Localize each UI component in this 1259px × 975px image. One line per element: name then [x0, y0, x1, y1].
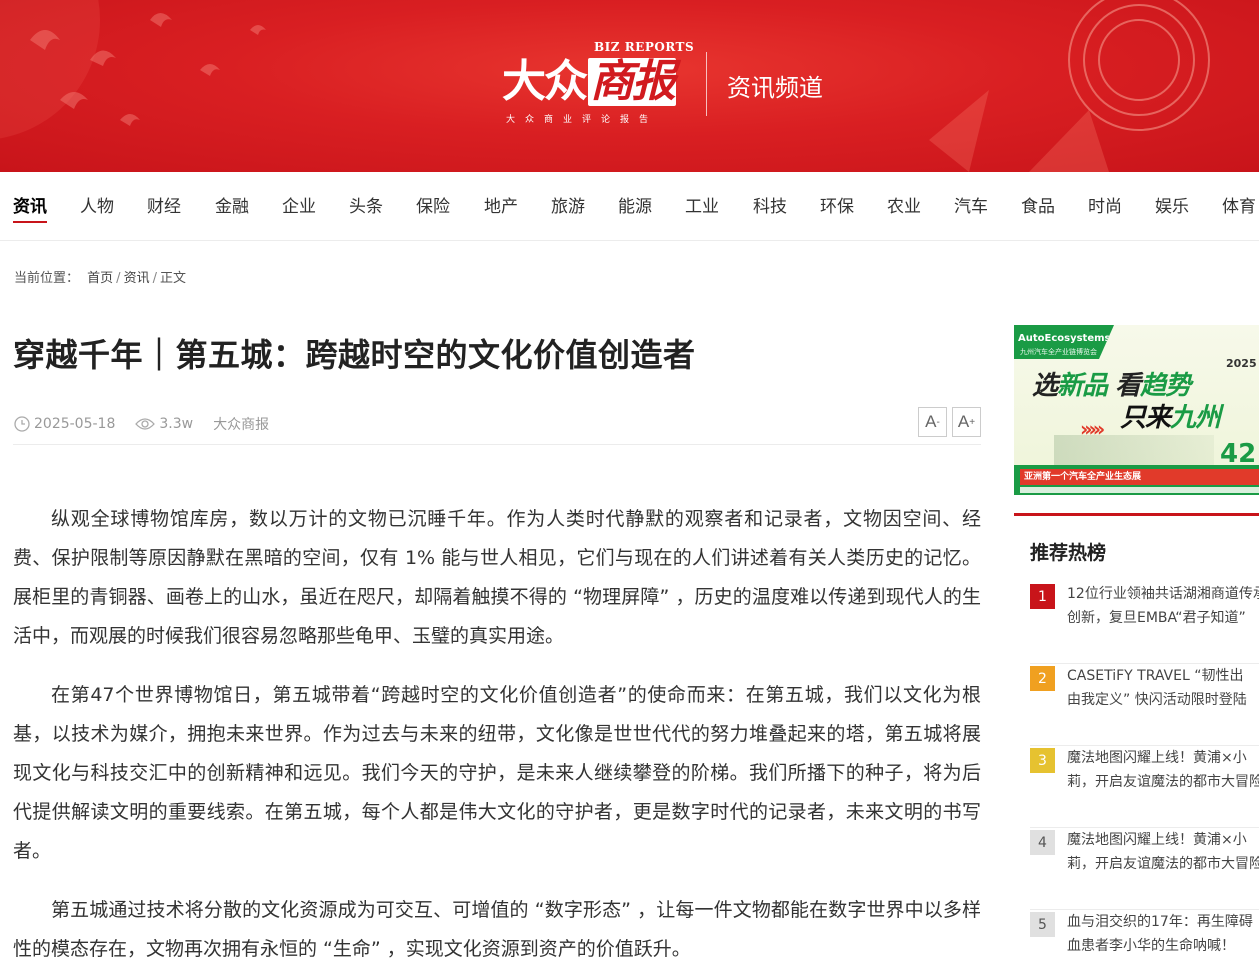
nav-item-energy[interactable]: 能源: [618, 192, 652, 217]
ranking-number: 2: [1030, 666, 1055, 691]
article-paragraph: 第五城通过技术将分散的文化资源成为可交互、可增值的 “数字形态” ，让每一件文物…: [13, 899, 981, 960]
ranking-item[interactable]: 4 魔法地图闪耀上线！黄浦×小 莉，开启友谊魔法的都市大冒险: [1030, 828, 1259, 910]
nav-item-travel[interactable]: 旅游: [551, 192, 585, 217]
ranking-number: 1: [1030, 584, 1055, 609]
logo-main: 大众商报: [502, 56, 676, 108]
meta-views: 3.3w: [135, 416, 193, 432]
ranking-item[interactable]: 5 血与泪交织的17年：再生障碍 血患者李小华的生命呐喊！: [1030, 910, 1259, 975]
ranking-number: 3: [1030, 748, 1055, 773]
ad-stripe-2: [1020, 487, 1259, 493]
breadcrumb-prefix: 当前位置：: [14, 271, 80, 286]
ranking-text: 魔法地图闪耀上线！黄浦×小 莉，开启友谊魔法的都市大冒险: [1067, 750, 1259, 790]
ranking-text: 12位行业领袖共话湖湘商道传承 创新，复旦EMBA“君子知道”: [1067, 586, 1259, 626]
nav-item-environment[interactable]: 环保: [820, 192, 854, 217]
nav-item-entertainment[interactable]: 娱乐: [1155, 192, 1189, 217]
ad-brand-sub: 九州汽车全产业链博览会: [1020, 348, 1097, 356]
breadcrumb-category[interactable]: 资讯: [124, 271, 150, 286]
clock-icon: [14, 416, 30, 432]
breadcrumb: 当前位置： 首页 / 资讯 / 正文: [14, 271, 186, 286]
ranking-title: 推荐热榜: [1030, 542, 1107, 564]
font-decrease-button[interactable]: A-: [918, 407, 947, 437]
logo-sub: 大众商业评论报告: [506, 115, 659, 125]
ranking-item[interactable]: 3 魔法地图闪耀上线！黄浦×小 莉，开启友谊魔法的都市大冒险: [1030, 746, 1259, 828]
nav-item-insurance[interactable]: 保险: [416, 192, 450, 217]
nav-item-food[interactable]: 食品: [1021, 192, 1055, 217]
article-views: 3.3w: [159, 416, 194, 432]
meta-divider: [13, 444, 981, 445]
ranking-number: 5: [1030, 912, 1055, 937]
ranking-text: 魔法地图闪耀上线！黄浦×小 莉，开启友谊魔法的都市大冒险: [1067, 832, 1259, 872]
article-title: 穿越千年｜第五城：跨越时空的文化价值创造者: [13, 336, 696, 374]
ranking-item[interactable]: 1 12位行业领袖共话湖湘商道传承 创新，复旦EMBA“君子知道”: [1030, 582, 1259, 664]
meta-date: 2025-05-18: [14, 416, 115, 432]
hot-ranking: 推荐热榜 1 12位行业领袖共话湖湘商道传承 创新，复旦EMBA“君子知道” 2 …: [1014, 513, 1259, 975]
breadcrumb-home[interactable]: 首页: [87, 271, 113, 286]
main-nav: 资讯 人物 财经 金融 企业 头条 保险 地产 旅游 能源 工业 科技 环保 农…: [0, 172, 1259, 241]
ad-city-graphic: [1054, 435, 1214, 465]
ad-bottom-text: 亚洲第一个汽车全产业生态展: [1020, 469, 1259, 485]
nav-item-banking[interactable]: 金融: [215, 192, 249, 217]
nav-item-industry[interactable]: 工业: [685, 192, 719, 217]
logo-cn-plain: 大众: [502, 56, 588, 107]
nav-item-auto[interactable]: 汽车: [954, 192, 988, 217]
article-meta: 2025-05-18 3.3w 大众商报: [14, 413, 289, 435]
breadcrumb-current: 正文: [159, 271, 186, 286]
ranking-item[interactable]: 2 CASETiFY TRAVEL “韧性出 由我定义” 快闪活动限时登陆: [1030, 664, 1259, 746]
ranking-text: CASETiFY TRAVEL “韧性出 由我定义” 快闪活动限时登陆: [1067, 668, 1247, 708]
nav-item-tech[interactable]: 科技: [753, 192, 787, 217]
nav-item-agriculture[interactable]: 农业: [887, 192, 921, 217]
nav-item-realestate[interactable]: 地产: [484, 192, 518, 217]
eye-icon: [135, 418, 156, 430]
article-paragraph: 纵观全球博物馆库房，数以万计的文物已沉睡千年。作为人类时代静默的观察者和记录者，…: [13, 508, 981, 647]
font-size-controls: A- A +: [918, 407, 986, 437]
channel-title: 资讯频道: [727, 74, 823, 102]
logo-en: BIZ REPORTS: [594, 40, 695, 54]
logo-divider: [706, 52, 707, 116]
font-increase-button[interactable]: A +: [952, 407, 981, 437]
nav-item-news[interactable]: 资讯: [13, 192, 47, 223]
ranking-text: 血与泪交织的17年：再生障碍 血患者李小华的生命呐喊！: [1067, 914, 1253, 954]
ad-year: 2025: [1226, 357, 1257, 370]
rosette-decoration: [929, 0, 1210, 172]
nav-item-headlines[interactable]: 头条: [349, 192, 383, 217]
ad-headline-2: 只来九州: [1120, 403, 1221, 433]
logo-cn-script: 商报: [588, 56, 676, 107]
dove-decoration: [0, 0, 266, 139]
nav-item-people[interactable]: 人物: [80, 192, 114, 217]
header-banner: BIZ REPORTS 大众商报 大众商业评论报告 资讯频道: [0, 0, 1259, 172]
nav-item-fashion[interactable]: 时尚: [1088, 192, 1122, 217]
meta-source: 大众商报: [213, 414, 269, 434]
nav-item-sports[interactable]: 体育: [1222, 192, 1256, 217]
ad-arrows-icon: ›››››: [1080, 417, 1105, 441]
nav-item-finance[interactable]: 财经: [147, 192, 181, 217]
ranking-number: 4: [1030, 830, 1055, 855]
article-source: 大众商报: [213, 417, 270, 433]
article-date: 2025-05-18: [34, 416, 116, 432]
article-body: 纵观全球博物馆库房，数以万计的文物已沉睡千年。作为人类时代静默的观察者和记录者，…: [13, 500, 981, 975]
ad-banner[interactable]: AutoEcosystems 九州汽车全产业链博览会 2025 选新品 看趋势 …: [1014, 325, 1259, 495]
nav-item-enterprise[interactable]: 企业: [282, 192, 316, 217]
article-paragraph: 在第47个世界博物馆日，第五城带着“跨越时空的文化价值创造者”的使命而来：在第五…: [13, 684, 981, 862]
